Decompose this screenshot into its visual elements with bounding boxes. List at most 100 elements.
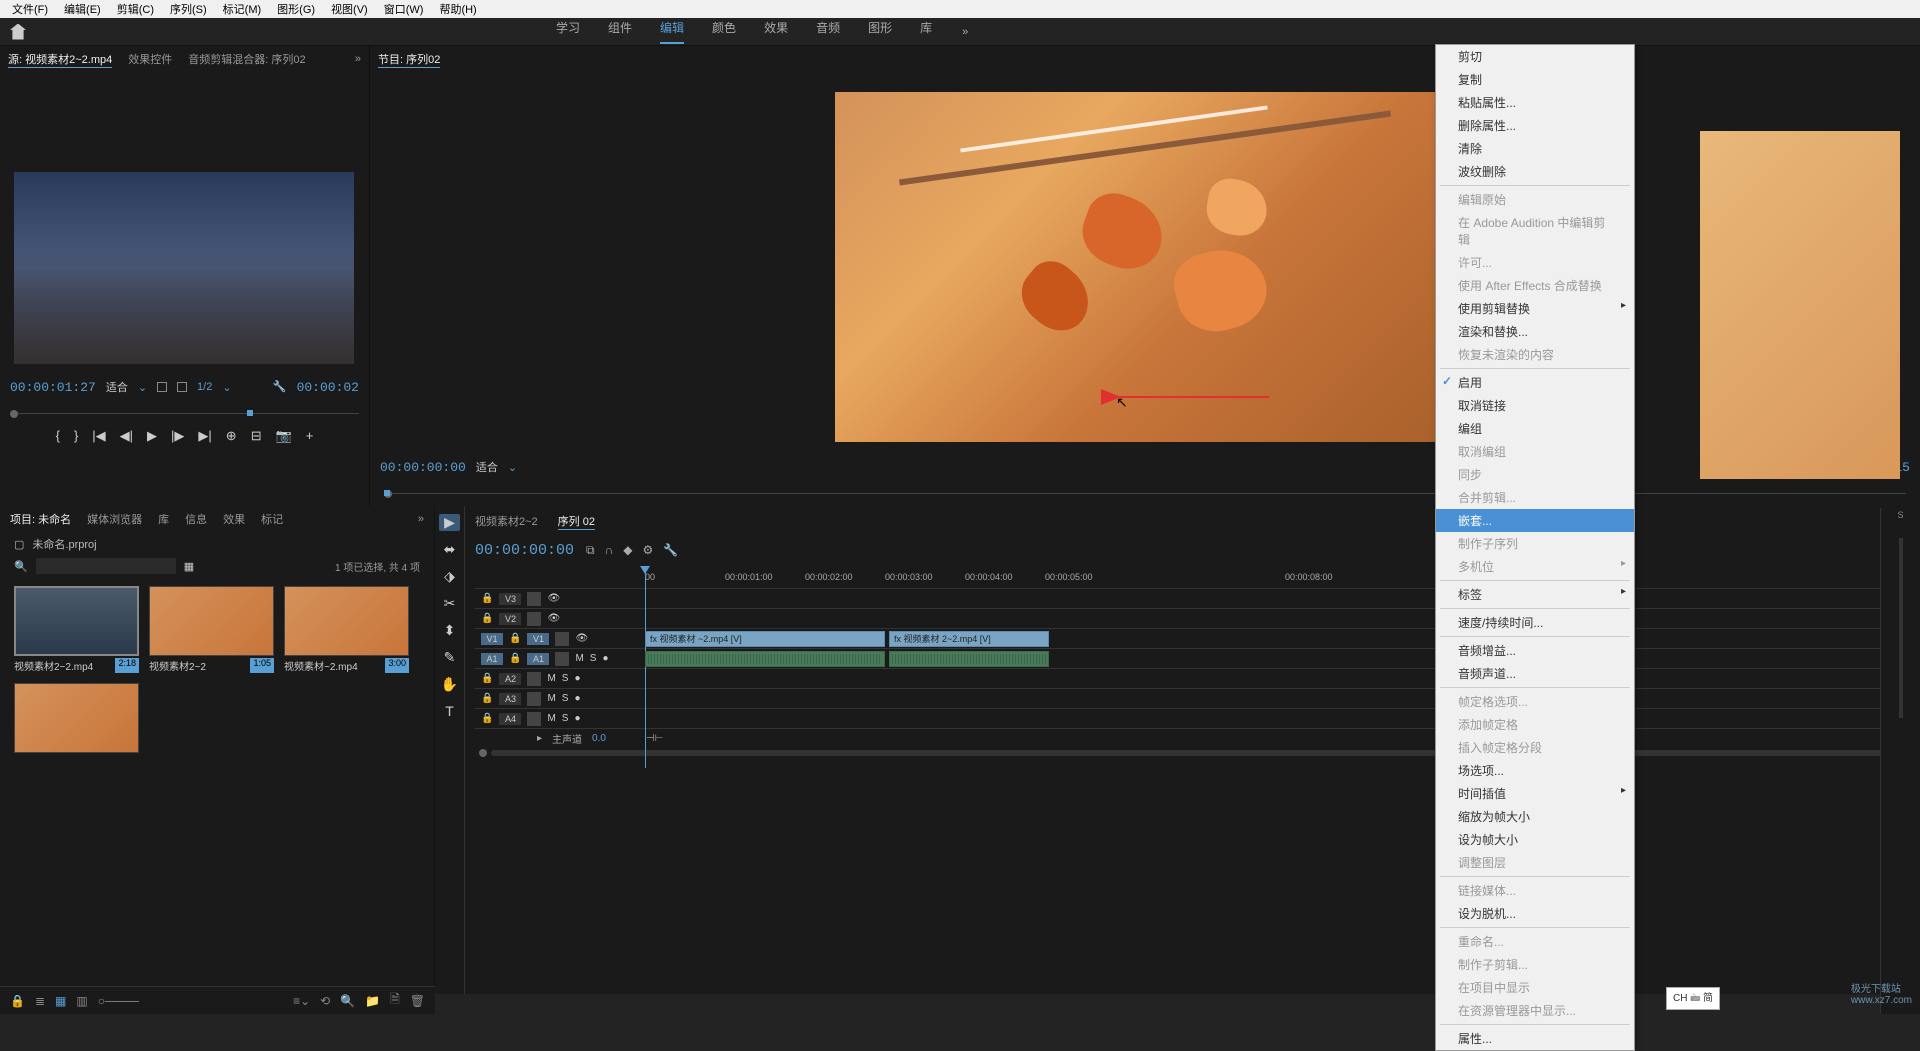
menu-view[interactable]: 视图(V) (323, 1, 376, 17)
icon-view-icon[interactable]: ▦ (55, 994, 66, 1008)
track-label[interactable]: A4 (499, 713, 521, 725)
master-value[interactable]: 0.0 (592, 733, 606, 744)
tab-effects[interactable]: 效果 (223, 511, 245, 527)
menu-window[interactable]: 窗口(W) (376, 1, 432, 17)
rec-icon[interactable]: ● (574, 693, 580, 704)
pan-icon[interactable]: ⊣⊢ (646, 733, 663, 744)
plus-icon[interactable]: + (306, 428, 314, 444)
source-ruler[interactable] (10, 406, 359, 420)
tab-source[interactable]: 源: 视频素材2~2.mp4 (8, 51, 112, 68)
goto-out-icon[interactable]: ▶| (198, 428, 211, 444)
lock-icon[interactable]: 🔒 (10, 994, 25, 1008)
ctx-剪切[interactable]: 剪切 (1436, 45, 1634, 68)
timeline-ruler[interactable]: 00 00:00:01:00 00:00:02:00 00:00:03:00 0… (645, 568, 1920, 588)
ctx-标签[interactable]: 标签 (1436, 583, 1634, 606)
ctx-设为脱机[interactable]: 设为脱机... (1436, 902, 1634, 925)
list-view-icon[interactable]: ≣ (35, 994, 45, 1008)
goto-in-icon[interactable]: |◀ (92, 428, 105, 444)
eye-icon[interactable]: 👁 (547, 613, 560, 624)
type-tool-icon[interactable]: T (439, 703, 460, 719)
ws-library[interactable]: 库 (920, 19, 932, 44)
ctx-删除属性[interactable]: 删除属性... (1436, 114, 1634, 137)
track-label[interactable]: V2 (499, 613, 521, 625)
s-icon[interactable]: S (562, 713, 569, 724)
ws-assembly[interactable]: 组件 (608, 19, 632, 44)
track-a1[interactable]: A1🔒A1MS● (475, 648, 1920, 668)
ripple-tool-icon[interactable]: ⬗ (439, 568, 460, 585)
menu-help[interactable]: 帮助(H) (431, 1, 484, 17)
tab-media-browser[interactable]: 媒体浏览器 (87, 511, 142, 527)
s-icon[interactable]: S (562, 673, 569, 684)
ctx-编组[interactable]: 编组 (1436, 417, 1634, 440)
ctx-清除[interactable]: 清除 (1436, 137, 1634, 160)
track-select-tool-icon[interactable]: ⬌ (439, 541, 460, 558)
tab-library[interactable]: 库 (158, 511, 169, 527)
thumbnail[interactable] (284, 586, 409, 656)
ws-edit[interactable]: 编辑 (660, 19, 684, 44)
tab-program[interactable]: 节目: 序列02 (378, 51, 440, 68)
ruler-start[interactable] (10, 410, 18, 418)
audio-clip[interactable] (645, 651, 885, 667)
chevron-down-icon[interactable]: ⌄ (222, 381, 231, 394)
project-item[interactable]: 视频素材2~2.mp42:18 (14, 586, 139, 673)
source-monitor[interactable] (14, 172, 354, 364)
home-icon[interactable] (10, 24, 26, 40)
ime-indicator[interactable]: CH 🖮 简 (1666, 987, 1720, 1010)
m-icon[interactable]: M (575, 653, 583, 664)
menu-clip[interactable]: 剪辑(C) (109, 1, 162, 17)
menu-edit[interactable]: 编辑(E) (56, 1, 109, 17)
ctx-属性[interactable]: 属性... (1436, 1027, 1634, 1050)
ws-more-icon[interactable]: » (962, 26, 968, 38)
source-fit[interactable]: 适合 (106, 379, 128, 395)
source-tabs-more-icon[interactable]: » (355, 53, 361, 65)
scroll-start[interactable] (479, 749, 487, 757)
ctx-使用剪辑替换[interactable]: 使用剪辑替换 (1436, 297, 1634, 320)
mute-icon[interactable] (555, 652, 569, 666)
project-search-input[interactable] (36, 558, 176, 574)
ws-effects[interactable]: 效果 (764, 19, 788, 44)
find-icon[interactable]: 🔍 (340, 994, 355, 1008)
track-a3[interactable]: 🔒A3MS● (475, 688, 1920, 708)
source-patch[interactable]: A1 (481, 653, 503, 665)
new-item-icon[interactable]: 🗎 (390, 990, 400, 1011)
track-label[interactable]: A3 (499, 693, 521, 705)
ctx-速度/持续时间[interactable]: 速度/持续时间... (1436, 611, 1634, 634)
thumbnail[interactable] (14, 586, 139, 656)
tab-info[interactable]: 信息 (185, 511, 207, 527)
m-icon[interactable]: M (547, 673, 555, 684)
snap-icon[interactable]: ⧉ (586, 543, 595, 558)
selection-tool-icon[interactable]: ▶ (439, 514, 460, 531)
track-label[interactable]: V3 (499, 593, 521, 605)
track-a4[interactable]: 🔒A4MS● (475, 708, 1920, 728)
wrench-icon[interactable]: 🔧 (273, 380, 287, 394)
tab-seq2[interactable]: 序列 02 (558, 513, 595, 530)
tab-seq1[interactable]: 视频素材2~2 (475, 513, 538, 529)
rec-icon[interactable]: ● (602, 653, 608, 664)
m-icon[interactable]: M (547, 693, 555, 704)
timeline-timecode[interactable]: 00:00:00:00 (475, 542, 574, 559)
zoom-slider[interactable]: ○──── (98, 994, 139, 1008)
slip-tool-icon[interactable]: ⬍ (439, 622, 460, 639)
ws-graphics[interactable]: 图形 (868, 19, 892, 44)
toggle-output-icon[interactable] (555, 632, 569, 646)
ctx-设为帧大小[interactable]: 设为帧大小 (1436, 828, 1634, 851)
ctx-音频声道[interactable]: 音频声道... (1436, 662, 1634, 685)
source-toggle1[interactable] (157, 382, 167, 392)
track-a2[interactable]: 🔒A2MS● (475, 668, 1920, 688)
hscroll[interactable] (491, 750, 1904, 756)
ctx-时间插值[interactable]: 时间插值 (1436, 782, 1634, 805)
source-toggle2[interactable] (177, 382, 187, 392)
source-timecode[interactable]: 00:00:01:27 (10, 380, 96, 395)
master-track[interactable]: ▸ 主声道 0.0 ⊣⊢ (475, 728, 1920, 748)
play-icon[interactable]: ▶ (147, 428, 157, 444)
source-patch[interactable]: V1 (481, 633, 503, 645)
ctx-缩放为帧大小[interactable]: 缩放为帧大小 (1436, 805, 1634, 828)
new-bin-icon[interactable]: 📁 (365, 994, 380, 1008)
menu-marker[interactable]: 标记(M) (215, 1, 270, 17)
lock-icon[interactable]: 🔒 (509, 653, 521, 664)
lock-icon[interactable]: 🔒 (481, 613, 493, 624)
ctx-波纹删除[interactable]: 波纹删除 (1436, 160, 1634, 183)
pen-tool-icon[interactable]: ✎ (439, 649, 460, 666)
wrench-icon[interactable]: 🔧 (663, 543, 678, 558)
lock-icon[interactable]: 🔒 (481, 693, 493, 704)
